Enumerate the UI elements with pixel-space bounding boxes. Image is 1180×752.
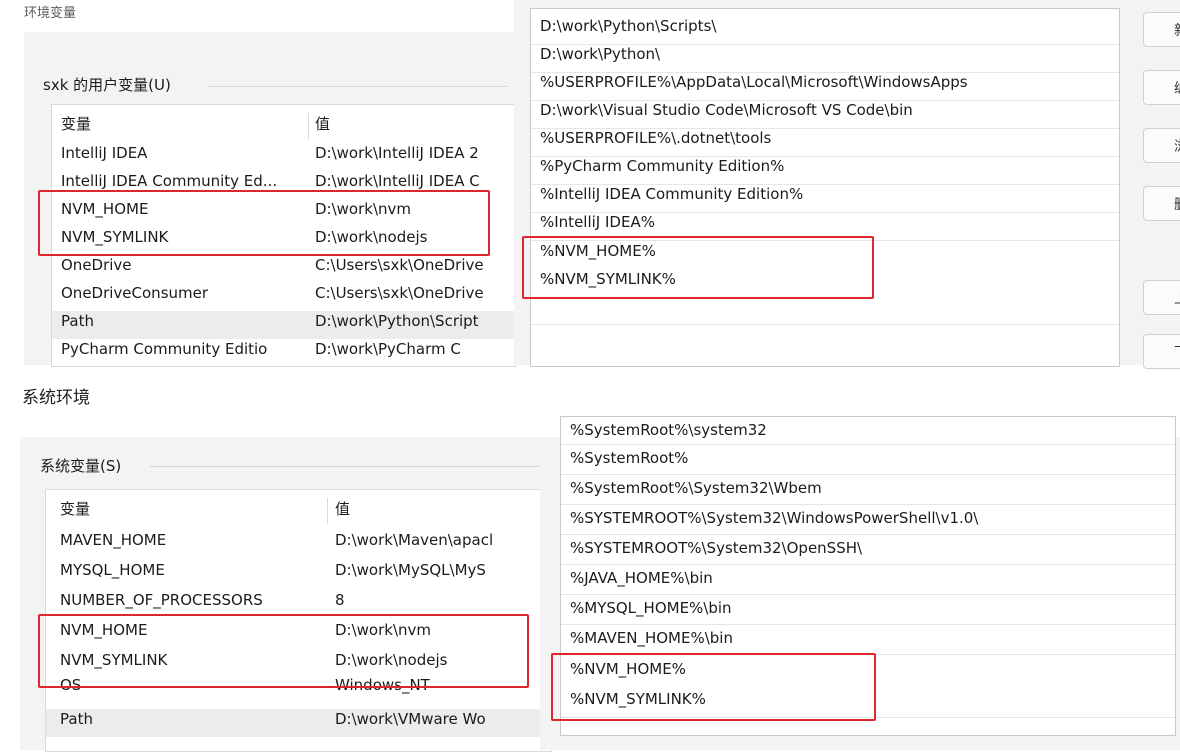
row-divider bbox=[561, 564, 1175, 565]
variable-value: D:\work\Python\Script bbox=[315, 312, 479, 330]
edit-button[interactable]: 编 bbox=[1143, 70, 1180, 105]
move-down-button[interactable]: 下 bbox=[1143, 334, 1180, 369]
button-label: 浏 bbox=[1174, 136, 1180, 156]
path-entry[interactable]: %MAVEN_HOME%\bin bbox=[570, 629, 733, 647]
table-row-selected[interactable]: Path D:\work\VMware Wo bbox=[46, 709, 551, 737]
table-header-row: 变量 值 bbox=[52, 113, 515, 139]
column-divider bbox=[327, 498, 328, 524]
path-entry[interactable]: %SYSTEMROOT%\System32\OpenSSH\ bbox=[570, 539, 862, 557]
table-row-selected[interactable]: Path D:\work\Python\Script bbox=[52, 311, 515, 339]
row-divider bbox=[561, 444, 1175, 445]
table-row[interactable]: MYSQL_HOME D:\work\MySQL\MyS bbox=[46, 560, 551, 588]
row-divider bbox=[531, 324, 1119, 325]
move-up-button[interactable]: 上 bbox=[1143, 280, 1180, 315]
delete-button[interactable]: 删 bbox=[1143, 186, 1180, 221]
path-entry[interactable]: %USERPROFILE%\.dotnet\tools bbox=[540, 129, 771, 147]
variable-value: C:\Users\sxk\OneDrive bbox=[315, 284, 484, 302]
user-path-list[interactable]: D:\work\Python\Scripts\ D:\work\Python\ … bbox=[530, 8, 1120, 367]
window-title: 环境变量 bbox=[24, 6, 77, 21]
path-entry[interactable]: %SystemRoot%\System32\Wbem bbox=[570, 479, 822, 497]
group-divider bbox=[150, 466, 545, 467]
variable-name: IntelliJ IDEA bbox=[61, 144, 148, 162]
path-entry[interactable]: %SystemRoot%\system32 bbox=[570, 421, 767, 439]
variable-name: Path bbox=[60, 710, 93, 728]
table-row[interactable]: MAVEN_HOME D:\work\Maven\apacl bbox=[46, 530, 551, 558]
button-label: 上 bbox=[1174, 288, 1180, 308]
column-divider bbox=[308, 113, 309, 139]
row-divider bbox=[561, 624, 1175, 625]
button-label: 删 bbox=[1174, 194, 1180, 214]
table-header-row: 变量 值 bbox=[46, 498, 551, 524]
user-variables-group-label: sxk 的用户变量(U) bbox=[43, 74, 175, 95]
button-label: 下 bbox=[1174, 342, 1180, 362]
variable-name: NUMBER_OF_PROCESSORS bbox=[60, 591, 263, 609]
variable-name: MYSQL_HOME bbox=[60, 561, 165, 579]
path-entry[interactable]: %JAVA_HOME%\bin bbox=[570, 569, 713, 587]
path-entry[interactable]: D:\work\Visual Studio Code\Microsoft VS … bbox=[540, 101, 913, 119]
variable-value: D:\work\VMware Wo bbox=[335, 710, 486, 728]
row-divider bbox=[561, 474, 1175, 475]
variable-value: D:\work\Maven\apacl bbox=[335, 531, 494, 549]
column-header-variable[interactable]: 变量 bbox=[60, 498, 90, 519]
button-label: 编 bbox=[1174, 78, 1180, 98]
section-heading: 系统环境 bbox=[22, 388, 90, 408]
variable-name: OneDrive bbox=[61, 256, 132, 274]
path-entry[interactable]: D:\work\Python\Scripts\ bbox=[540, 17, 716, 35]
variable-name: PyCharm Community Editio bbox=[61, 340, 268, 358]
variable-value: 8 bbox=[335, 591, 345, 609]
path-entry[interactable]: D:\work\Python\ bbox=[540, 45, 660, 63]
column-header-value[interactable]: 值 bbox=[315, 113, 330, 134]
table-row[interactable]: PyCharm Community Editio D:\work\PyCharm… bbox=[52, 339, 515, 366]
row-divider bbox=[561, 534, 1175, 535]
highlight-box bbox=[38, 190, 490, 256]
highlight-box bbox=[551, 653, 876, 721]
variable-value: D:\work\IntelliJ IDEA C bbox=[315, 172, 480, 190]
variable-value: D:\work\MySQL\MyS bbox=[335, 561, 486, 579]
table-row[interactable]: OneDriveConsumer C:\Users\sxk\OneDrive bbox=[52, 283, 515, 311]
variable-name: OneDriveConsumer bbox=[61, 284, 209, 302]
system-variables-group-label: 系统变量(S) bbox=[40, 455, 126, 476]
column-header-value[interactable]: 值 bbox=[335, 498, 350, 519]
path-entry[interactable]: %SYSTEMROOT%\System32\WindowsPowerShell\… bbox=[570, 509, 978, 527]
button-label: 新 bbox=[1174, 20, 1180, 40]
path-entry[interactable]: %USERPROFILE%\AppData\Local\Microsoft\Wi… bbox=[540, 73, 968, 91]
table-row[interactable]: IntelliJ IDEA D:\work\IntelliJ IDEA 2 bbox=[52, 143, 515, 171]
variable-value: D:\work\IntelliJ IDEA 2 bbox=[315, 144, 479, 162]
path-entry[interactable]: %SystemRoot% bbox=[570, 449, 688, 467]
path-entry[interactable]: %MYSQL_HOME%\bin bbox=[570, 599, 732, 617]
column-header-variable[interactable]: 变量 bbox=[61, 113, 91, 134]
path-entry[interactable]: %IntelliJ IDEA% bbox=[540, 213, 655, 231]
group-divider bbox=[208, 86, 508, 87]
row-divider bbox=[561, 594, 1175, 595]
path-entry[interactable]: %PyCharm Community Edition% bbox=[540, 157, 784, 175]
variable-name: IntelliJ IDEA Community Ed... bbox=[61, 172, 278, 190]
variable-name: MAVEN_HOME bbox=[60, 531, 167, 549]
highlight-box bbox=[38, 614, 529, 688]
row-divider bbox=[561, 504, 1175, 505]
highlight-box bbox=[522, 236, 874, 299]
path-entry[interactable]: %IntelliJ IDEA Community Edition% bbox=[540, 185, 803, 203]
variable-name: Path bbox=[61, 312, 94, 330]
browse-button[interactable]: 浏 bbox=[1143, 128, 1180, 163]
new-button[interactable]: 新 bbox=[1143, 12, 1180, 47]
variable-value: C:\Users\sxk\OneDrive bbox=[315, 256, 484, 274]
table-row[interactable]: OneDrive C:\Users\sxk\OneDrive bbox=[52, 255, 515, 283]
variable-value: D:\work\PyCharm C bbox=[315, 340, 461, 358]
